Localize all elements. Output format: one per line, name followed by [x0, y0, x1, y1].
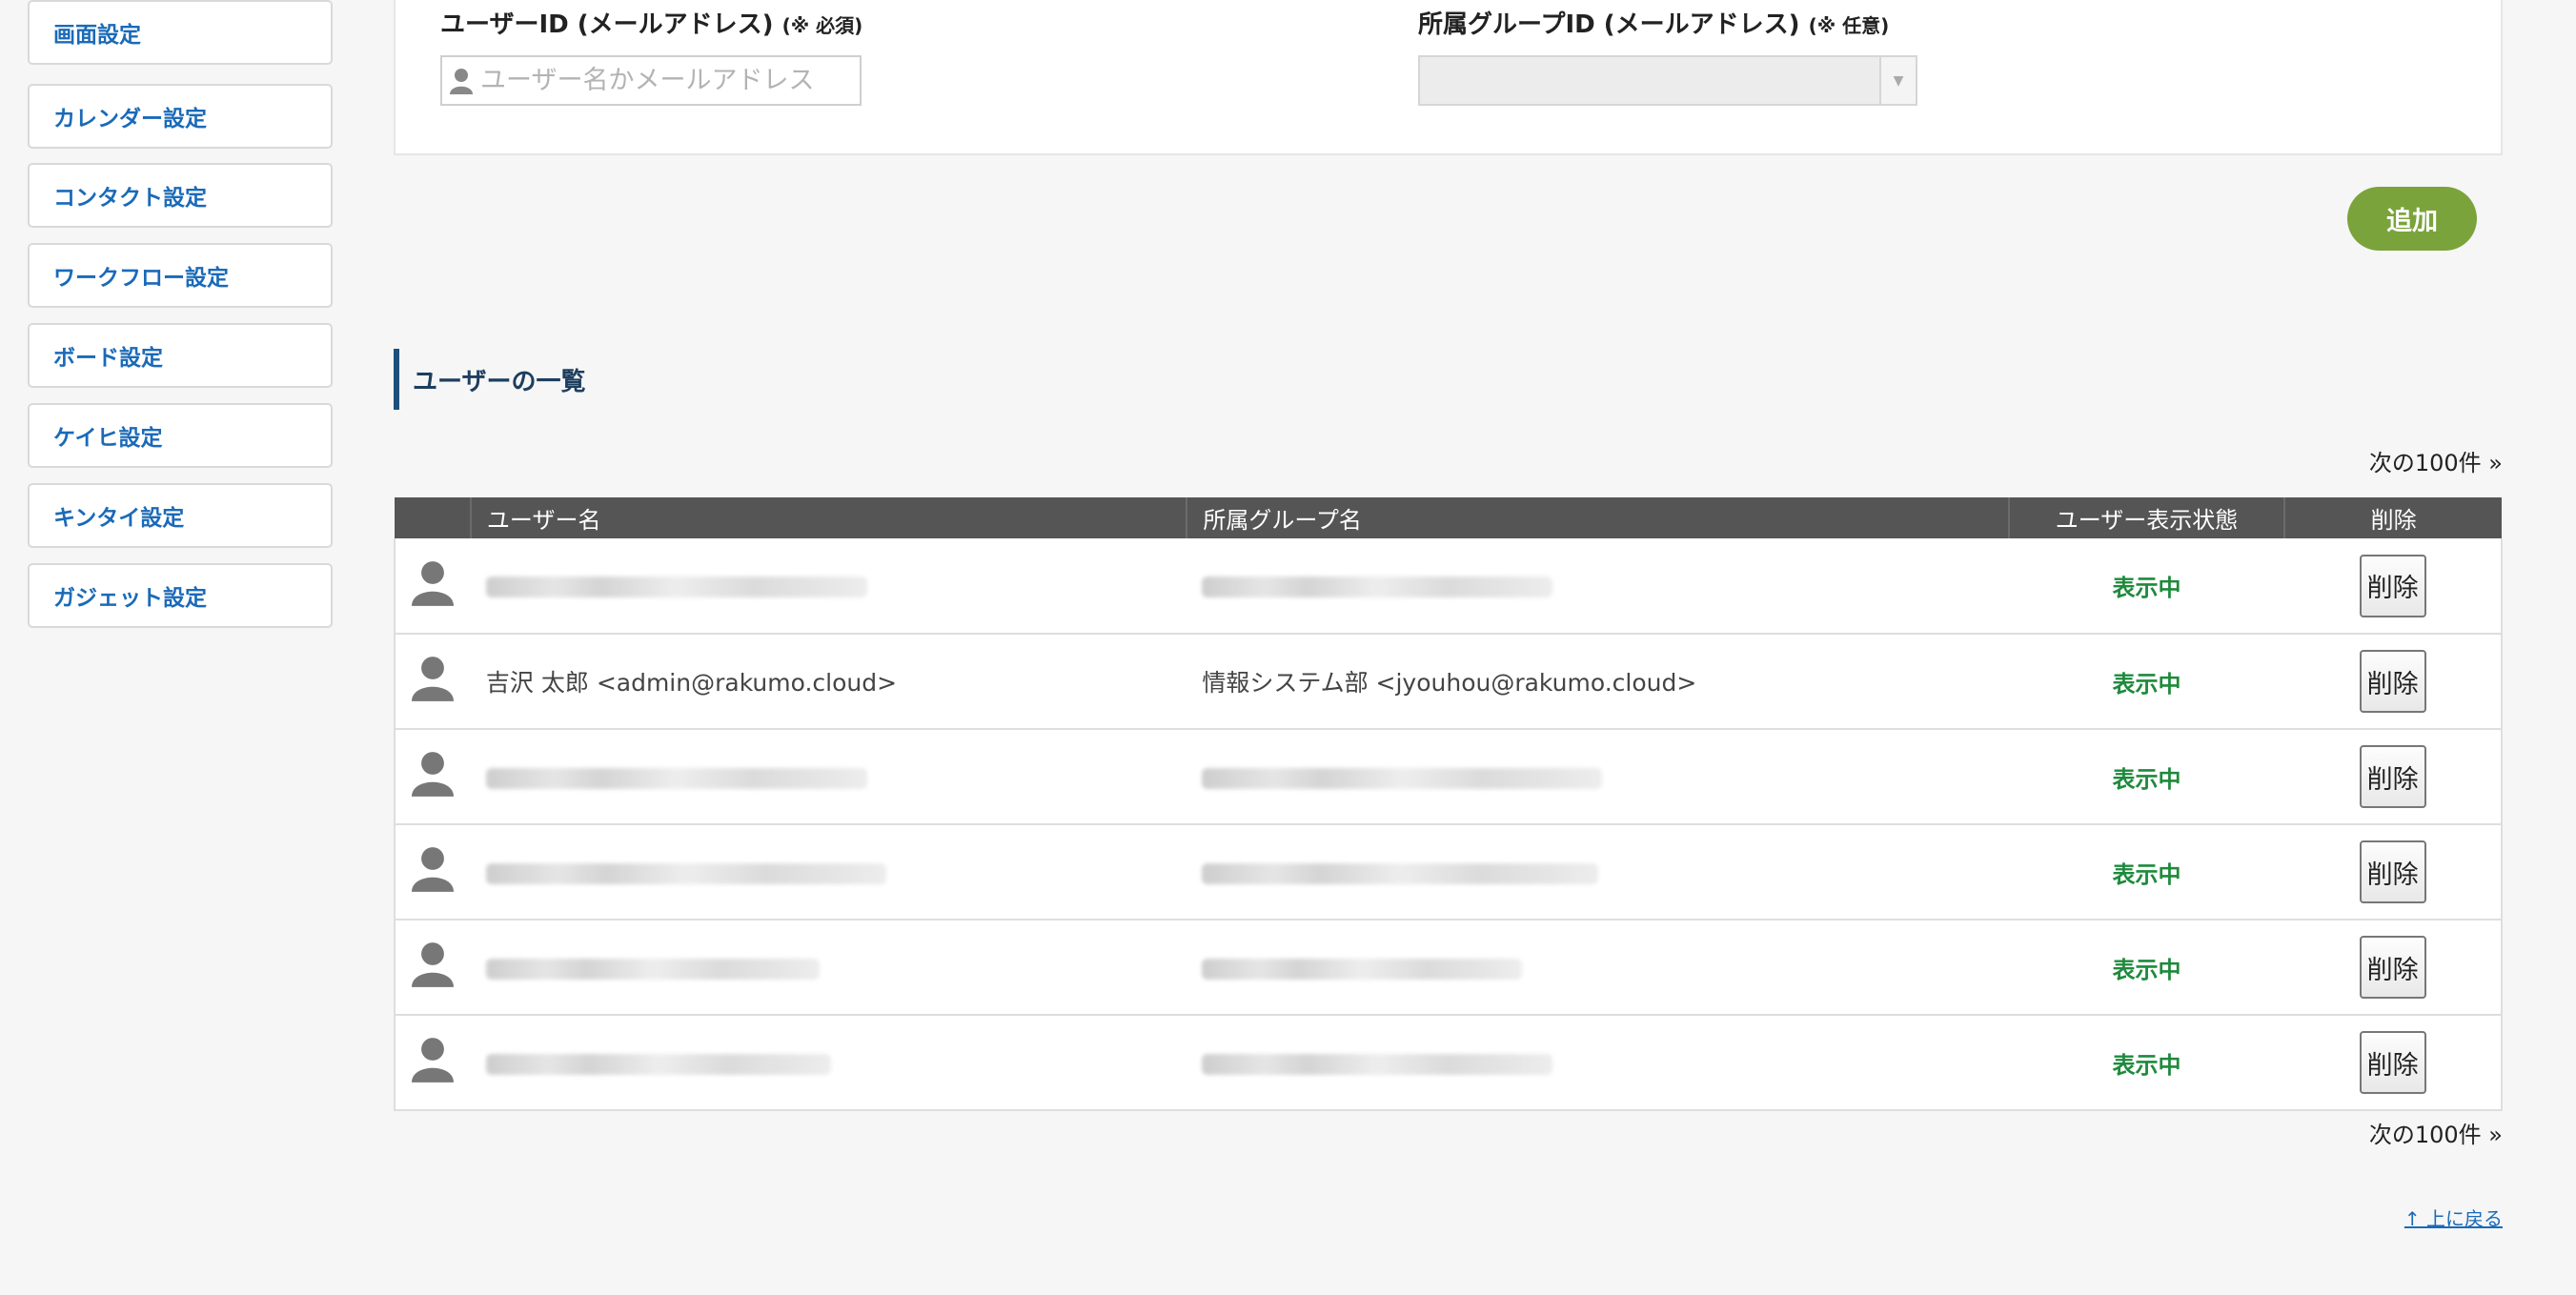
redacted-user-name — [485, 577, 867, 597]
user-avatar-icon — [412, 560, 455, 606]
status-badge: 表示中 — [2112, 1051, 2181, 1079]
user-id-field[interactable] — [440, 55, 862, 106]
avatar — [394, 920, 471, 1016]
pager-next-bottom[interactable]: 次の100件 » — [2369, 1116, 2503, 1149]
avatar — [394, 1015, 471, 1111]
group-id-select[interactable]: ▼ — [1418, 55, 1917, 106]
delete-button[interactable]: 削除 — [2359, 936, 2426, 999]
avatar — [394, 538, 471, 635]
delete-button[interactable]: 削除 — [2359, 840, 2426, 903]
delete-cell: 削除 — [2284, 920, 2503, 1016]
column-header-delete: 削除 — [2284, 497, 2502, 538]
redacted-group-name — [1202, 767, 1603, 789]
user-avatar-icon — [412, 657, 455, 701]
delete-button[interactable]: 削除 — [2359, 650, 2426, 713]
status-badge: 表示中 — [2112, 765, 2181, 793]
avatar — [394, 634, 471, 730]
user-icon — [450, 68, 473, 94]
sidebar-item-board-settings[interactable]: ボード設定 — [28, 323, 333, 388]
redacted-user-name — [485, 767, 867, 789]
add-button[interactable]: 追加 — [2347, 187, 2477, 251]
delete-cell: 削除 — [2284, 538, 2503, 635]
status-cell: 表示中 — [2008, 634, 2285, 730]
table-row: 表示中 削除 — [394, 1015, 2503, 1111]
user-avatar-icon — [412, 752, 455, 797]
user-list-title: ユーザーの一覧 — [394, 349, 585, 410]
chevron-down-icon[interactable]: ▼ — [1879, 57, 1916, 104]
redacted-group-name — [1202, 862, 1599, 884]
delete-cell: 削除 — [2284, 824, 2503, 921]
status-badge: 表示中 — [2112, 956, 2181, 983]
status-badge: 表示中 — [2112, 670, 2181, 698]
status-cell: 表示中 — [2008, 824, 2285, 921]
user-name-cell — [470, 920, 1187, 1016]
avatar-column-header — [395, 497, 472, 538]
sidebar-item-calendar-settings[interactable]: カレンダー設定 — [28, 84, 333, 149]
status-badge: 表示中 — [2112, 860, 2181, 888]
group-name-cell — [1187, 824, 2009, 921]
redacted-user-name — [485, 958, 820, 980]
user-name-cell: 吉沢 太郎 <admin@rakumo.cloud> — [470, 634, 1187, 730]
group-id-label: 所属グループID (メールアドレス) (※ 任意) — [1418, 5, 1889, 40]
user-id-input[interactable] — [480, 66, 842, 95]
redacted-user-name — [485, 1053, 831, 1075]
delete-cell: 削除 — [2284, 1015, 2503, 1111]
avatar — [394, 729, 471, 825]
add-user-form: ユーザーID (メールアドレス) (※ 必須) 所属グループID (メールアドレ… — [394, 0, 2503, 155]
user-table: ユーザー名 所属グループ名 ユーザー表示状態 削除 表示中 削除 吉沢 太郎 <… — [394, 497, 2503, 1111]
column-header-user: ユーザー名 — [470, 497, 1188, 538]
column-header-status: ユーザー表示状態 — [2008, 497, 2286, 538]
delete-button[interactable]: 削除 — [2359, 554, 2426, 617]
table-row: 表示中 削除 — [394, 729, 2503, 825]
table-row: 表示中 削除 — [394, 824, 2503, 921]
user-id-label-text: ユーザーID (メールアドレス) — [440, 10, 774, 39]
user-avatar-icon — [412, 1038, 455, 1083]
user-name-cell — [470, 824, 1187, 921]
redacted-group-name — [1202, 577, 1553, 597]
group-name-cell — [1187, 729, 2009, 825]
sidebar-item-screen-settings[interactable]: 画面設定 — [28, 0, 333, 65]
column-header-group: 所属グループ名 — [1187, 497, 2010, 538]
redacted-group-name — [1202, 958, 1523, 980]
avatar — [394, 824, 471, 921]
back-to-top-link[interactable]: ↑ 上に戻る — [2404, 1204, 2503, 1231]
required-note: (※ 必須) — [781, 14, 863, 37]
group-id-label-text: 所属グループID (メールアドレス) — [1418, 10, 1800, 39]
user-name-cell — [470, 538, 1187, 635]
sidebar-item-kintai-settings[interactable]: キンタイ設定 — [28, 483, 333, 548]
sidebar-item-gadget-settings[interactable]: ガジェット設定 — [28, 563, 333, 628]
user-id-label: ユーザーID (メールアドレス) (※ 必須) — [440, 5, 862, 40]
delete-cell: 削除 — [2284, 634, 2503, 730]
table-row: 表示中 削除 — [394, 538, 2503, 635]
group-name-cell: 情報システム部 <jyouhou@rakumo.cloud> — [1187, 634, 2009, 730]
status-cell: 表示中 — [2008, 920, 2285, 1016]
group-name-cell — [1187, 538, 2009, 635]
pager-next-top[interactable]: 次の100件 » — [2369, 444, 2503, 477]
group-name-cell — [1187, 920, 2009, 1016]
sidebar-item-workflow-settings[interactable]: ワークフロー設定 — [28, 243, 333, 308]
status-cell: 表示中 — [2008, 729, 2285, 825]
group-name-cell — [1187, 1015, 2009, 1111]
delete-cell: 削除 — [2284, 729, 2503, 825]
optional-note: (※ 任意) — [1808, 14, 1890, 37]
user-name-cell — [470, 729, 1187, 825]
table-row: 表示中 削除 — [394, 920, 2503, 1016]
status-badge: 表示中 — [2112, 575, 2181, 601]
delete-button[interactable]: 削除 — [2359, 1031, 2426, 1094]
sidebar-item-contact-settings[interactable]: コンタクト設定 — [28, 163, 333, 228]
redacted-user-name — [485, 862, 886, 884]
status-cell: 表示中 — [2008, 538, 2285, 635]
delete-button[interactable]: 削除 — [2359, 745, 2426, 808]
status-cell: 表示中 — [2008, 1015, 2285, 1111]
user-name-cell — [470, 1015, 1187, 1111]
sidebar-item-keihi-settings[interactable]: ケイヒ設定 — [28, 403, 333, 468]
table-header-row: ユーザー名 所属グループ名 ユーザー表示状態 削除 — [395, 497, 2502, 538]
user-avatar-icon — [412, 942, 455, 987]
redacted-group-name — [1202, 1053, 1553, 1075]
table-row: 吉沢 太郎 <admin@rakumo.cloud> 情報システム部 <jyou… — [394, 634, 2503, 730]
user-avatar-icon — [412, 847, 455, 892]
